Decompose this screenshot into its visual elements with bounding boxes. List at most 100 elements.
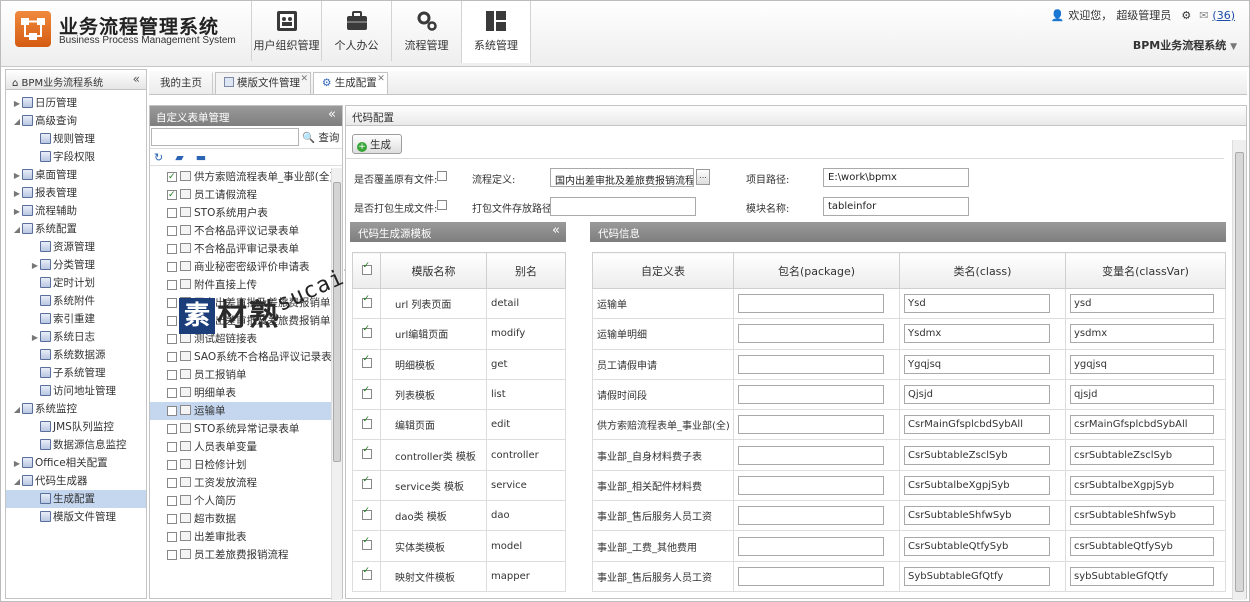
close-icon[interactable]: ✕ xyxy=(300,69,308,89)
tab-my-home[interactable]: 我的主页 xyxy=(151,72,213,94)
class-var-input[interactable]: ysd xyxy=(1070,294,1214,314)
package-input[interactable] xyxy=(738,445,884,465)
class-var-input[interactable]: csrSubtalbeXgpjSyb xyxy=(1070,475,1214,495)
user-name[interactable]: 超级管理员 xyxy=(1116,7,1171,23)
form-checkbox[interactable] xyxy=(167,316,177,326)
form-list-item[interactable]: 员工请假流程 xyxy=(150,186,332,204)
form-list-item[interactable]: 运输单 xyxy=(150,402,332,420)
class-name-input[interactable]: Ysd xyxy=(904,294,1050,314)
package-input[interactable] xyxy=(738,475,884,495)
package-input[interactable] xyxy=(738,566,884,586)
class-name-input[interactable]: Qjsjd xyxy=(904,385,1050,405)
form-checkbox[interactable] xyxy=(167,550,177,560)
form-list-item[interactable]: 出差审批表 xyxy=(150,528,332,546)
package-input[interactable] xyxy=(738,385,884,405)
form-checkbox[interactable] xyxy=(167,280,177,290)
form-list-item[interactable]: 人员表单变量 xyxy=(150,438,332,456)
flow-def-field[interactable]: 国内出差审批及差旅费报销流程 xyxy=(550,168,694,187)
sidebar-item[interactable]: 定时计划 xyxy=(6,274,146,292)
table-row[interactable]: url编辑页面modify xyxy=(352,318,566,350)
sidebar-item[interactable]: ▶ 桌面管理 xyxy=(6,166,146,184)
form-list-item[interactable]: 不合格品评议记录表单 xyxy=(150,222,332,240)
form-list-item[interactable]: 商业秘密密级评价申请表 xyxy=(150,258,332,276)
expanded-arrow-icon[interactable]: ◢ xyxy=(12,473,22,491)
form-checkbox[interactable] xyxy=(167,532,177,542)
pack-checkbox[interactable] xyxy=(437,200,447,210)
form-checkbox[interactable] xyxy=(167,334,177,344)
package-input[interactable] xyxy=(738,506,884,526)
expand-arrow-icon[interactable]: ▶ xyxy=(12,185,22,203)
sidebar-item[interactable]: 系统附件 xyxy=(6,292,146,310)
form-checkbox[interactable] xyxy=(167,388,177,398)
expanded-arrow-icon[interactable]: ◢ xyxy=(12,401,22,419)
system-switcher[interactable]: BPM业务流程系统 ▼ xyxy=(1133,37,1237,53)
mail-count[interactable]: (36) xyxy=(1212,9,1235,22)
class-name-input[interactable]: CsrSubtableShfwSyb xyxy=(904,506,1050,526)
form-list-item[interactable]: SAO系统不合格品评议记录表单 xyxy=(150,348,332,366)
scrollbar-thumb[interactable] xyxy=(1235,152,1244,592)
search-input[interactable] xyxy=(151,128,299,146)
class-var-input[interactable]: csrSubtableQtfySyb xyxy=(1070,536,1214,556)
form-list-item[interactable]: 测试超链接表 xyxy=(150,330,332,348)
form-list-item[interactable]: STO系统异常记录表单 xyxy=(150,420,332,438)
mail-icon[interactable]: ✉ xyxy=(1199,9,1208,22)
sidebar-item[interactable]: ◢ 系统监控 xyxy=(6,400,146,418)
settings-icon[interactable]: ⚙ xyxy=(1181,9,1191,22)
folder-icon[interactable]: ▬ xyxy=(196,151,206,164)
sidebar-item[interactable]: ▶ 系统日志 xyxy=(6,328,146,346)
folder-open-icon[interactable]: ▰ xyxy=(175,151,183,164)
sidebar-item[interactable]: 访问地址管理 xyxy=(6,382,146,400)
package-input[interactable] xyxy=(738,415,884,435)
class-var-input[interactable]: qjsjd xyxy=(1070,385,1214,405)
form-list-item[interactable]: 供方索赔流程表单_事业部(全) xyxy=(150,168,332,186)
refresh-icon[interactable]: ↻ xyxy=(154,151,163,164)
tab-template-files[interactable]: 模版文件管理 ✕ xyxy=(215,72,311,94)
sidebar-item[interactable]: ◢ 系统配置 xyxy=(6,220,146,238)
row-checkbox[interactable] xyxy=(361,536,372,551)
flow-def-picker-button[interactable]: ... xyxy=(696,169,710,185)
form-list-item[interactable]: 工资发放流程 xyxy=(150,474,332,492)
class-name-input[interactable]: Ygqjsq xyxy=(904,354,1050,374)
form-checkbox[interactable] xyxy=(167,226,177,236)
form-list-item[interactable]: 个人简历 xyxy=(150,492,332,510)
sidebar-item[interactable]: ◢ 代码生成器 xyxy=(6,472,146,490)
sidebar-item[interactable]: ▶ 报表管理 xyxy=(6,184,146,202)
form-checkbox[interactable] xyxy=(167,514,177,524)
sidebar-item[interactable]: ▶ Office相关配置 xyxy=(6,454,146,472)
package-input[interactable] xyxy=(738,354,884,374)
sidebar-item[interactable]: ▶ 分类管理 xyxy=(6,256,146,274)
form-list-item[interactable]: 不合格品评审记录表单 xyxy=(150,240,332,258)
expand-arrow-icon[interactable]: ▶ xyxy=(12,455,22,473)
sidebar-item[interactable]: 数据源信息监控 xyxy=(6,436,146,454)
form-list-item[interactable]: 员工报销单 xyxy=(150,366,332,384)
select-all-checkbox[interactable] xyxy=(361,261,372,275)
tab-generate-config[interactable]: ⚙ 生成配置 ✕ xyxy=(313,72,388,94)
main-scrollbar[interactable] xyxy=(1232,140,1246,600)
form-checkbox[interactable] xyxy=(167,478,177,488)
table-row[interactable]: dao类 模板dao xyxy=(352,500,566,532)
form-list-item[interactable]: STO系统用户表 xyxy=(150,204,332,222)
form-checkbox[interactable] xyxy=(167,352,177,362)
class-var-input[interactable]: ysdmx xyxy=(1070,324,1214,344)
sidebar-item[interactable]: 生成配置 xyxy=(6,490,146,508)
row-checkbox[interactable] xyxy=(361,324,372,338)
row-checkbox[interactable] xyxy=(361,475,372,490)
class-name-input[interactable]: CsrMainGfsplcbdSybAll xyxy=(904,415,1050,435)
form-list-item[interactable]: 国内出差审批及差旅费报销单 xyxy=(150,294,332,312)
class-var-input[interactable]: sybSubtableGfQtfy xyxy=(1070,566,1214,586)
table-row[interactable]: service类 模板service xyxy=(352,469,566,502)
form-list-scrollbar[interactable] xyxy=(331,168,342,600)
table-row[interactable]: controller类 模板controller xyxy=(352,439,566,471)
class-name-input[interactable]: Ysdmx xyxy=(904,324,1050,344)
form-checkbox[interactable] xyxy=(167,262,177,272)
table-row[interactable]: 实体类模板model xyxy=(352,530,566,562)
pack-path-field[interactable] xyxy=(550,197,696,216)
module-name-field[interactable]: tableinfor xyxy=(823,197,969,216)
sidebar-item[interactable]: ◢ 高级查询 xyxy=(6,112,146,130)
expand-arrow-icon[interactable]: ▶ xyxy=(12,167,22,185)
class-name-input[interactable]: SybSubtableGfQtfy xyxy=(904,566,1050,586)
sidebar-item[interactable]: ▶ 流程辅助 xyxy=(6,202,146,220)
table-row[interactable]: 编辑页面edit xyxy=(352,409,566,441)
form-checkbox[interactable] xyxy=(167,168,177,186)
nav-user-org[interactable]: 用户组织管理 xyxy=(251,1,321,61)
